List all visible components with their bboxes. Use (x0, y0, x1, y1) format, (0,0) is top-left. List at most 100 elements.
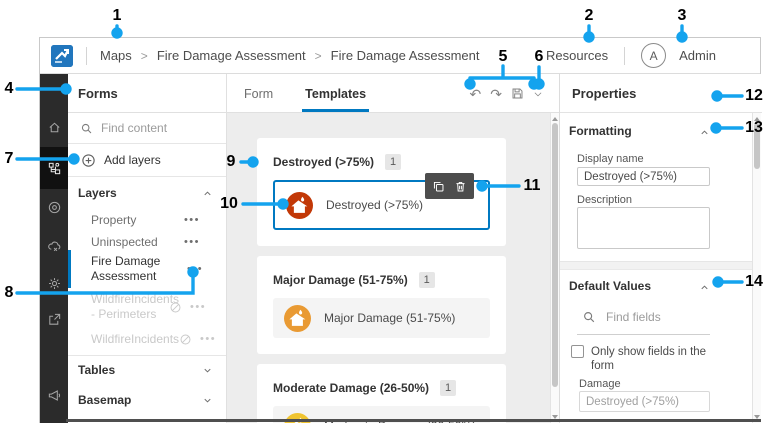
callout-4: 4 (5, 81, 14, 97)
scrollbar-thumb[interactable] (552, 123, 558, 387)
breadcrumb-separator-icon: > (141, 49, 148, 63)
only-show-fields-checkbox-row[interactable]: Only show fields in the form (571, 345, 711, 373)
user-avatar[interactable]: A (641, 43, 666, 68)
app-sidebar: » (40, 74, 68, 423)
search-placeholder: Find content (101, 121, 167, 135)
header-divider (624, 47, 625, 65)
checkbox-unchecked[interactable] (571, 345, 584, 358)
callout-11: 11 (524, 178, 541, 194)
layer-item-fire-damage-assessment[interactable]: Fire Damage Assessment (68, 250, 226, 288)
breadcrumb-maps[interactable]: Maps (100, 48, 132, 63)
find-content-search[interactable]: Find content (68, 113, 226, 144)
chevron-up-icon (202, 188, 213, 199)
announcement-icon[interactable] (40, 380, 68, 410)
app-window: Maps > Fire Damage Assessment > Fire Dam… (39, 37, 761, 423)
geofences-icon[interactable] (40, 192, 68, 222)
form-toolbar: ↶ ↷ (470, 74, 543, 113)
not-visible-icon (179, 333, 192, 346)
template-group-title: Major Damage (51-75%) (273, 273, 408, 287)
breadcrumb-map-name[interactable]: Fire Damage Assessment (157, 48, 306, 63)
tab-form[interactable]: Form (241, 87, 276, 112)
basemap-section-header[interactable]: Basemap (68, 385, 226, 415)
major-damage-house-icon (284, 305, 311, 332)
layer-item-property[interactable]: Property (68, 209, 226, 231)
ellipsis-menu-icon[interactable] (200, 333, 216, 345)
settings-gear-icon[interactable] (40, 268, 68, 298)
template-count-badge: 1 (440, 380, 456, 396)
template-count-badge: 1 (385, 154, 401, 170)
description-label: Description (577, 194, 632, 206)
damage-field-label: Damage (579, 378, 621, 390)
section-separator (560, 261, 754, 270)
callout-7: 7 (5, 151, 14, 167)
chevron-down-icon (202, 365, 213, 376)
forms-icon[interactable] (40, 153, 68, 183)
forms-panel-title: Forms (68, 74, 226, 113)
tab-templates[interactable]: Templates (302, 87, 369, 112)
collapse-section-button[interactable] (699, 125, 710, 143)
search-placeholder: Find fields (606, 310, 661, 324)
templates-list: Destroyed (>75%) 1 Destroyed (>75%) M (227, 113, 550, 423)
checkbox-label: Only show fields in the form (591, 345, 711, 373)
ellipsis-menu-icon[interactable] (187, 263, 203, 275)
template-group-title: Moderate Damage (26-50%) (273, 381, 429, 395)
templates-panel: Form Templates ↶ ↷ Destroyed (>75%) 1 (227, 74, 559, 423)
scroll-up-arrow-icon[interactable] (552, 117, 558, 121)
template-count-badge: 1 (419, 272, 435, 288)
template-group-title: Destroyed (>75%) (273, 155, 374, 169)
undo-icon[interactable]: ↶ (470, 87, 482, 101)
ellipsis-menu-icon[interactable] (184, 236, 200, 248)
add-layers-label: Add layers (104, 153, 161, 167)
layer-label: WildfireIncidents (91, 332, 179, 347)
description-textarea[interactable] (577, 207, 710, 249)
callout-6: 6 (535, 49, 544, 65)
basemap-section-label: Basemap (78, 393, 131, 407)
collapse-section-button[interactable] (699, 280, 710, 298)
save-icon[interactable] (511, 87, 524, 100)
chevron-up-icon (699, 282, 710, 293)
chevron-down-icon[interactable] (533, 89, 543, 99)
offline-cloud-icon[interactable] (40, 231, 68, 261)
layer-label: Uninspected (91, 235, 184, 250)
properties-panel: Properties Formatting Display name Descr… (559, 74, 762, 423)
add-layers-button[interactable]: Add layers (68, 144, 226, 177)
breadcrumb: Maps > Fire Damage Assessment > Fire Dam… (100, 48, 480, 63)
formatting-section-title: Formatting (569, 124, 632, 138)
screenshot-stage: Maps > Fire Damage Assessment > Fire Dam… (0, 0, 772, 423)
chevron-down-icon (202, 395, 213, 406)
layer-label: Property (91, 213, 184, 228)
chevron-up-icon (699, 127, 710, 138)
layers-section-header[interactable]: Layers (68, 177, 226, 209)
ellipsis-menu-icon[interactable] (184, 214, 200, 226)
display-name-input[interactable] (577, 167, 710, 186)
layers-section-label: Layers (78, 186, 117, 200)
not-visible-icon (169, 301, 182, 314)
template-card-label: Major Damage (51-75%) (324, 311, 455, 325)
find-fields-search[interactable]: Find fields (582, 310, 661, 324)
layer-item-wildfire-incidents[interactable]: WildfireIncidents (68, 326, 226, 352)
callout-1: 1 (113, 8, 122, 24)
collapse-icon[interactable]: » (40, 416, 68, 423)
layer-label: WildfireIncidents - Perimeters (91, 292, 169, 322)
user-menu[interactable]: Admin (679, 48, 716, 63)
callout-2: 2 (585, 8, 594, 24)
callout-5: 5 (499, 49, 508, 65)
field-maps-logo-icon (51, 45, 73, 67)
trash-icon[interactable] (454, 180, 467, 193)
damage-field-input[interactable] (579, 391, 710, 412)
redo-icon[interactable]: ↷ (490, 87, 502, 101)
template-group-major: Major Damage (51-75%) 1 Major Damage (51… (257, 256, 506, 354)
ellipsis-menu-icon[interactable] (190, 301, 206, 313)
layer-item-wildfire-perimeters[interactable]: WildfireIncidents - Perimeters (68, 288, 226, 326)
resources-link[interactable]: Resources (546, 48, 608, 63)
tables-section-label: Tables (78, 363, 115, 377)
share-icon[interactable] (40, 304, 68, 334)
callout-13: 13 (745, 120, 763, 136)
properties-scrollbar (752, 113, 761, 423)
home-icon[interactable] (40, 112, 68, 142)
duplicate-icon[interactable] (432, 180, 445, 193)
template-card-major[interactable]: Major Damage (51-75%) (273, 298, 490, 338)
breadcrumb-separator-icon: > (315, 49, 322, 63)
search-icon (582, 310, 596, 324)
tables-section-header[interactable]: Tables (68, 355, 226, 385)
